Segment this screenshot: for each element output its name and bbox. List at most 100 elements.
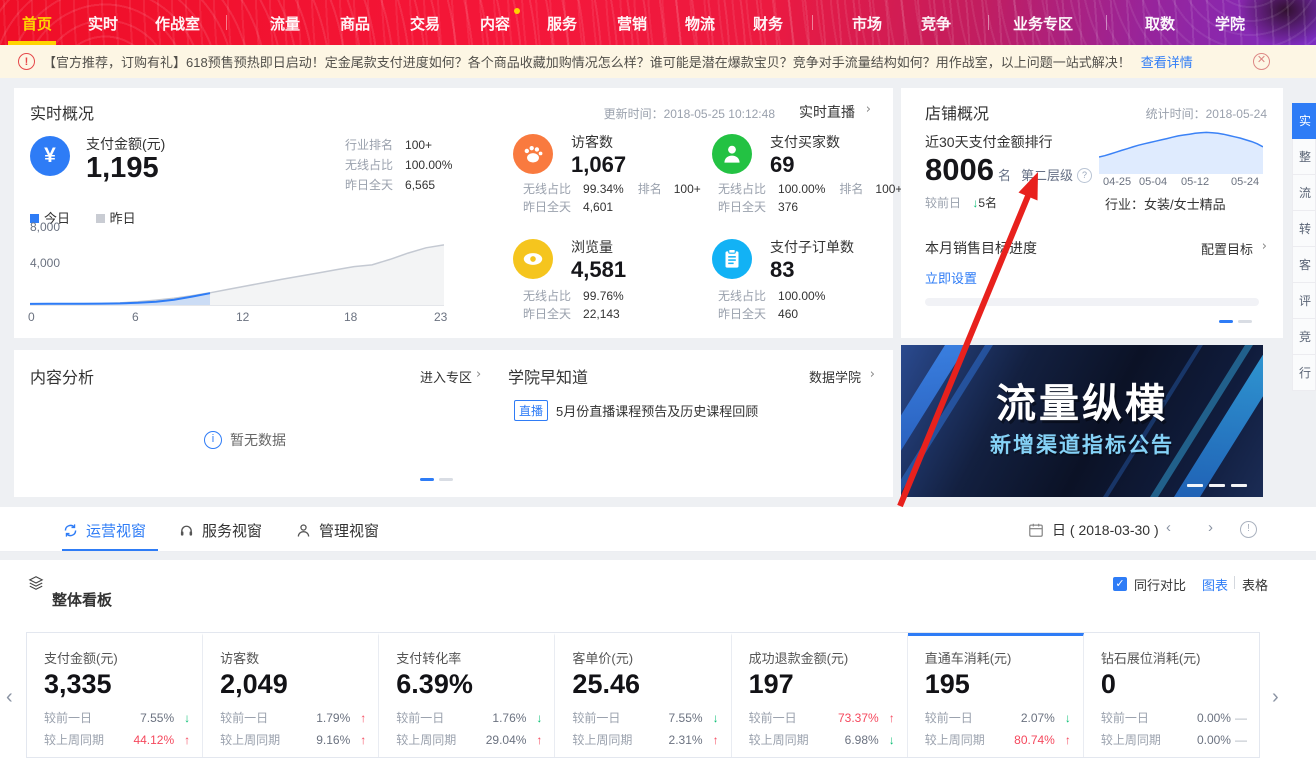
tab-service-view[interactable]: 服务视窗 xyxy=(178,520,262,541)
pager-dash[interactable] xyxy=(439,478,453,481)
metric-card-row: 较前一日 7.55% ↓ xyxy=(572,709,718,726)
layers-icon xyxy=(28,575,44,591)
configure-goal-link[interactable]: 配置目标 xyxy=(1201,239,1253,258)
compare-label: 较前一日 xyxy=(220,709,268,726)
table-view-toggle[interactable]: 表格 xyxy=(1242,575,1268,594)
academy-course-link[interactable]: 5月份直播课程预告及历史课程回顾 xyxy=(556,401,758,420)
promo-banner[interactable]: 流量纵横 新增渠道指标公告 xyxy=(901,345,1263,497)
yesterday-total-label: 昨日全天 xyxy=(345,178,393,192)
chart-view-toggle[interactable]: 图表 xyxy=(1202,575,1228,594)
pager-dash-active[interactable] xyxy=(1219,320,1233,323)
rail-shortcut-item[interactable]: 流 xyxy=(1292,175,1316,211)
set-goal-link[interactable]: 立即设置 xyxy=(925,268,977,287)
rail-shortcut-item[interactable]: 评 xyxy=(1292,283,1316,319)
nav-content-new-dot xyxy=(514,8,520,14)
stat-label: 昨日全天 xyxy=(718,200,766,214)
nav-item-product[interactable]: 商品 xyxy=(340,13,370,34)
date-selector[interactable]: 日 ( 2018-03-30 ) xyxy=(1028,520,1159,540)
academy-link[interactable]: 数据学院 xyxy=(809,367,861,386)
metric-card-row: 较上周同期 9.16% ↑ xyxy=(220,731,366,748)
pager-dash-active[interactable] xyxy=(420,478,434,481)
nav-item-realtime[interactable]: 实时 xyxy=(88,13,118,34)
shop-tier-label: 第二层级 xyxy=(1021,168,1073,183)
help-icon[interactable]: ? xyxy=(1077,168,1092,183)
nav-item-competition[interactable]: 竞争 xyxy=(921,13,951,34)
compare-label: 较上周同期 xyxy=(44,731,104,748)
metric-card[interactable]: 钻石展位消耗(元) 0 较前一日 0.00% — 较上周同期 0.00% — xyxy=(1084,633,1259,757)
trend-arrow-icon: ↑ xyxy=(350,733,366,747)
compare-percent: 29.04% xyxy=(486,733,527,747)
person-icon xyxy=(295,522,312,539)
pay-suborders-value: 83 xyxy=(770,257,794,283)
rail-shortcut-item[interactable]: 竞 xyxy=(1292,319,1316,355)
rail-shortcut-item[interactable]: 实 xyxy=(1292,103,1316,139)
nav-item-academy[interactable]: 学院 xyxy=(1215,13,1245,34)
nav-item-traffic[interactable]: 流量 xyxy=(270,13,300,34)
tab-management-view[interactable]: 管理视窗 xyxy=(295,520,379,541)
date-prev-button[interactable]: ‹ xyxy=(1166,519,1171,536)
nav-item-home[interactable]: 首页 xyxy=(22,13,52,34)
metric-card-row: 较前一日 0.00% — xyxy=(1101,709,1247,726)
nav-item-trade[interactable]: 交易 xyxy=(410,13,440,34)
nav-item-marketing[interactable]: 营销 xyxy=(617,13,647,34)
metric-card[interactable]: 支付金额(元) 3,335 较前一日 7.55% ↓ 较上周同期 44.12% … xyxy=(27,633,203,757)
compare-percent: 1.79% xyxy=(316,711,350,725)
nav-item-service[interactable]: 服务 xyxy=(547,13,577,34)
notice-close-icon[interactable]: ✕ xyxy=(1253,53,1270,70)
info-icon: i xyxy=(204,431,222,449)
metric-card[interactable]: 直通车消耗(元) 195 较前一日 2.07% ↓ 较上周同期 80.74% ↑ xyxy=(908,633,1084,757)
pager-dash[interactable] xyxy=(1187,484,1203,487)
trend-arrow-icon: — xyxy=(1231,711,1247,725)
pager-dash[interactable] xyxy=(1231,484,1247,487)
rank30-value: 8006 xyxy=(925,152,994,187)
nav-item-content[interactable]: 内容 xyxy=(480,13,510,34)
nav-item-business-zone[interactable]: 业务专区 xyxy=(1013,13,1073,34)
trend-arrow-icon: ↑ xyxy=(703,733,719,747)
trend-arrow-icon: ↑ xyxy=(1055,733,1071,747)
metric-card-title: 客单价(元) xyxy=(572,648,716,667)
date-next-button[interactable]: › xyxy=(1208,519,1213,536)
shop-pagination[interactable] xyxy=(1219,320,1252,323)
nav-item-logistics[interactable]: 物流 xyxy=(685,13,715,34)
metric-card-row: 较上周同期 44.12% ↑ xyxy=(44,731,190,748)
rank-change-value: 5名 xyxy=(978,196,997,210)
nav-item-data-extract[interactable]: 取数 xyxy=(1145,13,1175,34)
nav-item-war-room[interactable]: 作战室 xyxy=(155,13,200,34)
metric-card[interactable]: 成功退款金额(元) 197 较前一日 73.37% ↑ 较上周同期 6.98% … xyxy=(732,633,908,757)
trend-arrow-icon: ↑ xyxy=(526,733,542,747)
pager-dash[interactable] xyxy=(1238,320,1252,323)
info-circle-icon[interactable]: ! xyxy=(1240,521,1257,538)
rail-shortcut-item[interactable]: 转 xyxy=(1292,211,1316,247)
peer-compare-checkbox[interactable]: ✓ xyxy=(1113,577,1127,591)
compare-label: 较上周同期 xyxy=(396,731,456,748)
cards-scroll-prev[interactable]: ‹ xyxy=(6,686,13,709)
rail-shortcut-item[interactable]: 客 xyxy=(1292,247,1316,283)
pay-buyers-label: 支付买家数 xyxy=(770,132,840,152)
metric-card-value: 25.46 xyxy=(572,669,716,700)
pager-dash[interactable] xyxy=(1209,484,1225,487)
rail-shortcut-item[interactable]: 行 xyxy=(1292,355,1316,391)
rail-shortcut-item[interactable]: 整 xyxy=(1292,139,1316,175)
notice-bar: ! 【官方推荐，订购有礼】618预售预热即日启动！定金尾款支付进度如何？各个商品… xyxy=(0,45,1316,78)
metric-card[interactable]: 支付转化率 6.39% 较前一日 1.76% ↓ 较上周同期 29.04% ↑ xyxy=(379,633,555,757)
board-title: 整体看板 xyxy=(52,589,112,610)
metric-card[interactable]: 访客数 2,049 较前一日 1.79% ↑ 较上周同期 9.16% ↑ xyxy=(203,633,379,757)
realtime-live-link[interactable]: 实时直播 xyxy=(799,102,855,122)
date-value: 日 ( 2018-03-30 ) xyxy=(1052,520,1159,540)
realtime-overview-panel: 实时概况 更新时间：2018-05-25 10:12:48 实时直播 › ¥ 支… xyxy=(14,88,893,338)
content-zone-link[interactable]: 进入专区 xyxy=(420,367,472,386)
banner-pagination[interactable] xyxy=(1187,484,1247,487)
chevron-right-icon: › xyxy=(870,367,875,382)
notice-detail-link[interactable]: 查看详情 xyxy=(1141,52,1193,71)
stat-value: 100+ xyxy=(875,182,902,196)
cards-scroll-next[interactable]: › xyxy=(1272,686,1279,709)
stat-label: 无线占比 xyxy=(718,182,766,196)
trend-arrow-icon: ↑ xyxy=(350,711,366,725)
metric-card[interactable]: 客单价(元) 25.46 较前一日 7.55% ↓ 较上周同期 2.31% ↑ xyxy=(555,633,731,757)
tab-operation-view[interactable]: 运营视窗 xyxy=(62,520,146,541)
content-pagination[interactable] xyxy=(420,478,453,481)
metric-card-title: 直通车消耗(元) xyxy=(925,648,1069,667)
top-navigation: 首页 实时 作战室 流量 商品 交易 内容 服务 营销 物流 财务 市场 竞争 … xyxy=(0,0,1316,45)
nav-item-market[interactable]: 市场 xyxy=(852,13,882,34)
nav-item-finance[interactable]: 财务 xyxy=(753,13,783,34)
